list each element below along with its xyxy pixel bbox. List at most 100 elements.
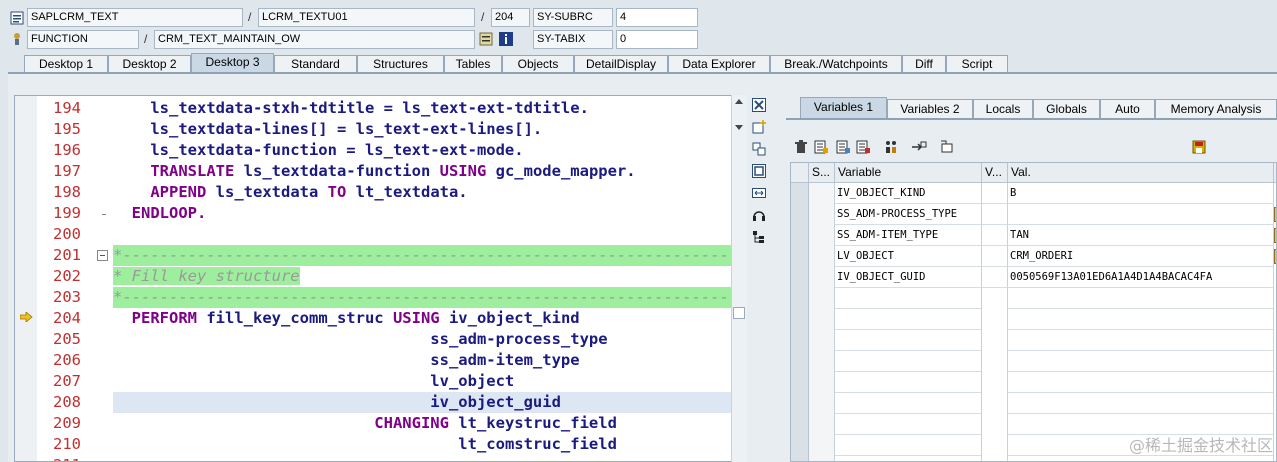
code-line[interactable]: CHANGING lt_keystruc_field	[113, 413, 731, 434]
variable-cell[interactable]: LV_OBJECT	[835, 246, 982, 267]
variable-cell[interactable]: SS_ADM-ITEM_TYPE	[835, 225, 982, 246]
col-header-value[interactable]: Val.	[1008, 163, 1274, 183]
tab-memory-analysis[interactable]: Memory Analysis	[1155, 99, 1277, 119]
tab-globals[interactable]: Globals	[1033, 99, 1100, 119]
maximize-tool-icon[interactable]	[750, 162, 768, 180]
tab-auto[interactable]: Auto	[1100, 99, 1155, 119]
line-field[interactable]: 204	[491, 8, 530, 27]
comment-line[interactable]: * Fill key structure	[113, 266, 731, 287]
variable-cell[interactable]: IV_OBJECT_GUID	[835, 267, 982, 288]
object-type-field[interactable]: FUNCTION	[27, 30, 139, 49]
remove-row-icon[interactable]	[855, 140, 871, 156]
tab-desktop-3[interactable]: Desktop 3	[191, 53, 274, 73]
swap-tool-icon[interactable]	[750, 140, 768, 158]
code-line[interactable]: lt_comstruc_field	[113, 434, 731, 455]
tab-diff[interactable]: Diff	[902, 55, 946, 73]
empty-cell[interactable]	[982, 288, 1008, 461]
new-tool-icon[interactable]	[750, 118, 768, 136]
editor-scrollbar[interactable]	[731, 95, 747, 462]
tab-detaildisplay[interactable]: DetailDisplay	[574, 55, 668, 73]
line-number: 206	[53, 351, 81, 369]
value-cell[interactable]: CRM_ORDERI	[1008, 246, 1274, 267]
collapse-icon[interactable]	[97, 250, 108, 261]
source-editor[interactable]: 194 195 196 197 198 199 200 201 202 203 …	[14, 95, 732, 462]
navigate-icon[interactable]	[479, 32, 493, 46]
code-line-cursor[interactable]: iv_object_guid	[113, 392, 731, 413]
breakpoint-gutter[interactable]	[15, 96, 37, 461]
tab-standard[interactable]: Standard	[274, 55, 357, 73]
line-number: 211	[37, 455, 81, 461]
tab-data-explorer[interactable]: Data Explorer	[668, 55, 770, 73]
tab-desktop-1[interactable]: Desktop 1	[24, 55, 108, 73]
variable-cell[interactable]: SS_ADM-PROCESS_TYPE	[835, 204, 982, 225]
program-field[interactable]: SAPLCRM_TEXT	[27, 8, 243, 27]
close-tool-icon[interactable]	[750, 96, 768, 114]
value-cell[interactable]: 0050569F13A01ED6A1A4D1A4BACAC4FA	[1008, 267, 1274, 288]
comment-line[interactable]: *---------------------------------------…	[113, 245, 731, 266]
delete-icon[interactable]	[793, 140, 809, 156]
col-header-v[interactable]: V...	[982, 163, 1008, 183]
tab-structures[interactable]: Structures	[357, 55, 444, 73]
sysvar-name-field[interactable]: SY-SUBRC	[533, 8, 613, 27]
line-number: 202	[53, 267, 81, 285]
v-cell	[982, 183, 1008, 204]
tab-tables[interactable]: Tables	[444, 55, 502, 73]
fold-marker	[102, 214, 106, 215]
col-header-status[interactable]: S...	[809, 163, 835, 183]
open-structure-icon[interactable]	[939, 140, 955, 156]
line-number: 205	[53, 330, 81, 348]
line-number: 198	[53, 183, 81, 201]
tab-locals[interactable]: Locals	[973, 99, 1033, 119]
comment-line[interactable]: *---------------------------------------…	[113, 287, 731, 308]
sysvar-value-field[interactable]: 4	[616, 8, 698, 27]
code-line[interactable]: ls_textdata-function = ls_text-ext-mode.	[113, 140, 731, 161]
tab-variables-2[interactable]: Variables 2	[887, 99, 973, 119]
resize-tool-icon[interactable]	[750, 184, 768, 202]
sysvar2-name-field[interactable]: SY-TABIX	[533, 30, 613, 49]
col-header-variable[interactable]: Variable	[835, 163, 982, 183]
row-selector-column[interactable]	[791, 183, 809, 461]
code-line[interactable]: APPEND ls_textdata TO lt_textdata.	[113, 182, 731, 203]
line-number: 195	[53, 120, 81, 138]
include-field[interactable]: LCRM_TEXTU01	[258, 8, 475, 27]
col-header-select[interactable]	[791, 163, 809, 183]
variables-toolbar	[793, 140, 1277, 160]
separator: /	[481, 10, 485, 24]
save-icon[interactable]	[1191, 140, 1207, 156]
transfer-icon[interactable]	[911, 140, 927, 156]
scroll-down-icon[interactable]	[735, 125, 743, 130]
watermark: @稀土掘金技术社区	[1128, 436, 1273, 455]
function-name-field[interactable]: CRM_TEXT_MAINTAIN_OW	[154, 30, 475, 49]
tree-tool-icon[interactable]	[750, 228, 768, 246]
tab-objects[interactable]: Objects	[502, 55, 574, 73]
code-line[interactable]: ls_textdata-lines[] = ls_text-ext-lines[…	[113, 119, 731, 140]
insert-row-icon[interactable]	[813, 140, 829, 156]
tab-breakpoints[interactable]: Break./Watchpoints	[770, 55, 902, 73]
sysvar2-value-field[interactable]: 0	[616, 30, 698, 49]
code-line[interactable]: ls_textdata-stxh-tdtitle = ls_text-ext-t…	[113, 98, 731, 119]
tab-desktop-2[interactable]: Desktop 2	[108, 55, 191, 73]
value-cell[interactable]: TAN	[1008, 225, 1274, 246]
code-line[interactable]: ENDLOOP.	[113, 203, 731, 224]
headset-tool-icon[interactable]	[750, 206, 768, 224]
code-line[interactable]: PERFORM fill_key_comm_struc USING iv_obj…	[113, 308, 731, 329]
tab-script[interactable]: Script	[946, 55, 1008, 73]
code-line[interactable]: TRANSLATE ls_textdata-function USING gc_…	[113, 161, 731, 182]
code-line[interactable]: lv_object	[113, 371, 731, 392]
code-line[interactable]: ss_adm-item_type	[113, 350, 731, 371]
append-row-icon[interactable]	[835, 140, 851, 156]
variables-tab-divider	[786, 118, 1277, 120]
code-line[interactable]	[113, 224, 731, 245]
scroll-thumb[interactable]	[733, 307, 745, 319]
separator: /	[144, 32, 148, 46]
value-cell[interactable]	[1008, 204, 1274, 225]
empty-cell[interactable]	[835, 288, 982, 461]
line-number: 196	[53, 141, 81, 159]
info-icon[interactable]	[499, 32, 513, 46]
variable-fastdisplay-icon[interactable]	[885, 140, 901, 156]
variable-cell[interactable]: IV_OBJECT_KIND	[835, 183, 982, 204]
tab-variables-1[interactable]: Variables 1	[800, 97, 887, 119]
scroll-up-icon[interactable]	[735, 99, 743, 104]
code-line[interactable]: ss_adm-process_type	[113, 329, 731, 350]
value-cell[interactable]: B	[1008, 183, 1274, 204]
